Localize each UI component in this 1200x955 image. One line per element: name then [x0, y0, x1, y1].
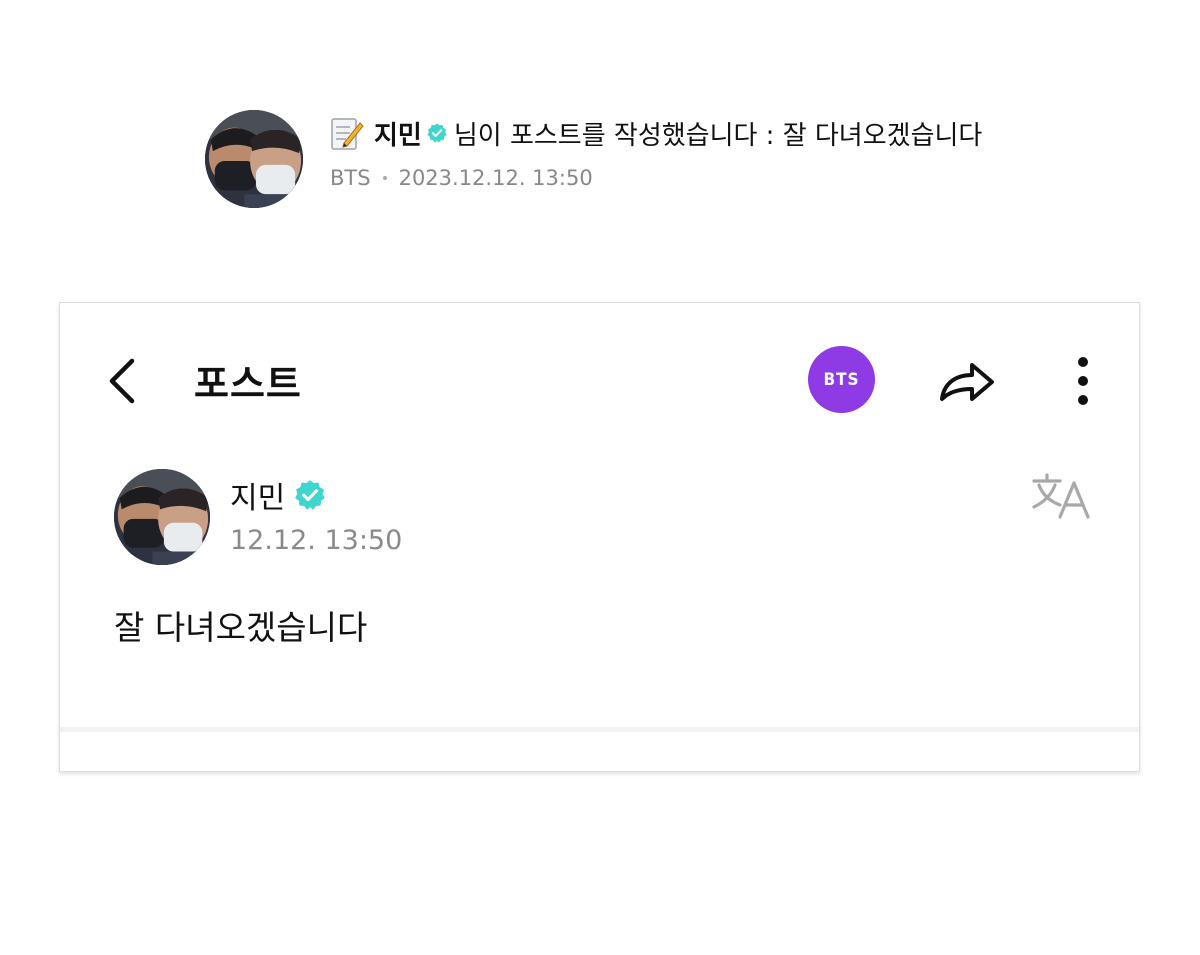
- chevron-left-icon: [109, 358, 135, 404]
- notification-meta: BTS 2023.12.12. 13:50: [330, 166, 593, 190]
- share-icon: [940, 363, 994, 401]
- author-name[interactable]: 지민: [230, 473, 285, 517]
- author-avatar[interactable]: [114, 469, 210, 565]
- verified-icon: [293, 478, 327, 512]
- notification-timestamp: 2023.12.12. 13:50: [398, 166, 593, 190]
- separator-dot: [382, 176, 387, 180]
- author-row: 지민: [230, 473, 327, 517]
- memo-icon: [330, 115, 364, 151]
- post-card: 포스트 BTS 지민 12.12. 13:50 잘 다녀오겠습니다: [59, 302, 1140, 772]
- page-title: 포스트: [194, 362, 302, 406]
- post-time: 12.12. 13:50: [230, 525, 403, 556]
- verified-icon: [426, 122, 448, 144]
- notification-author-name: 지민: [374, 120, 422, 151]
- notification-message: 님이 포스트를 작성했습니다 : 잘 다녀오겠습니다: [453, 120, 983, 151]
- notification-community: BTS: [330, 166, 371, 190]
- post-body: 잘 다녀오겠습니다: [114, 608, 368, 647]
- divider: [60, 727, 1139, 732]
- share-button[interactable]: [936, 353, 998, 409]
- notification-avatar[interactable]: [205, 110, 303, 208]
- notification-title[interactable]: 지민 님이 포스트를 작성했습니다 : 잘 다녀오겠습니다: [330, 113, 982, 153]
- more-options-button[interactable]: [1068, 353, 1098, 409]
- back-button[interactable]: [104, 355, 140, 407]
- translate-icon: [1032, 473, 1090, 519]
- translate-button[interactable]: [1030, 473, 1092, 521]
- community-badge[interactable]: BTS: [808, 346, 875, 413]
- more-vertical-icon: [1078, 357, 1088, 405]
